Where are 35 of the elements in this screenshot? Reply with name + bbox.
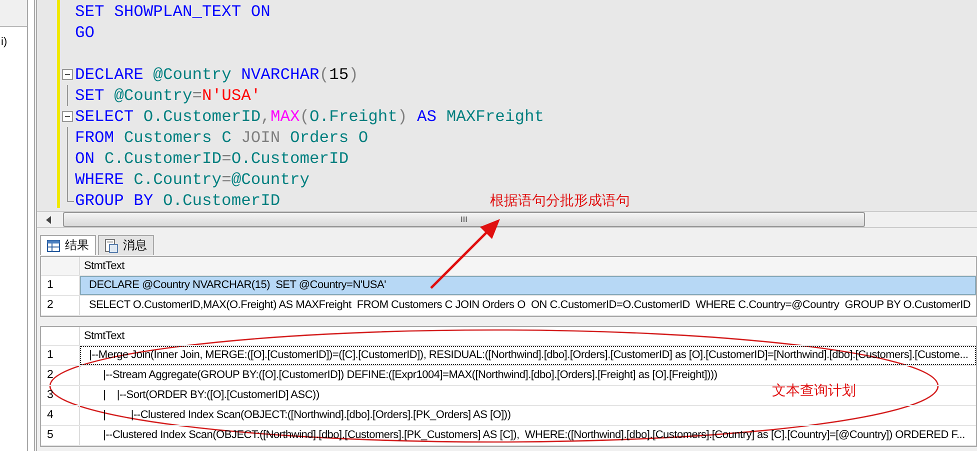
row-number[interactable]: 1 [41,346,80,365]
scroll-left-icon[interactable] [45,216,53,224]
code-line: SET @Country=N'USA' [75,86,261,105]
code-line: SELECT O.CustomerID,MAX(O.Freight) AS MAXFreight [75,107,544,126]
table-cell[interactable]: |--Stream Aggregate(GROUP BY:([O].[CustomerID]) DEFINE:([Expr1004]=MAX([Northwind].[dbo].[Orders].[Freight] as [O].[Freight]))) [80,366,718,385]
code-editor[interactable] [37,0,977,212]
column-header[interactable]: StmtText [80,327,124,345]
code-line: DECLARE @Country NVARCHAR(15) [75,65,358,84]
code-line: ON C.CustomerID=O.CustomerID [75,149,349,168]
results-tab[interactable]: 消息 [98,235,154,255]
code-line: SET SHOWPLAN_TEXT ON [75,2,270,21]
table-cell[interactable]: | |--Sort(ORDER BY:([O].[CustomerID] ASC)) [80,386,320,405]
code-line: FROM Customers C JOIN Orders O [75,128,368,147]
row-number[interactable]: 4 [41,406,80,425]
table-cell[interactable]: | |--Clustered Index Scan(OBJECT:([Northwind].[dbo].[Orders].[PK_Orders] AS [O])) [80,406,512,425]
code-line: WHERE C.Country=@Country [75,170,310,189]
grid-icon [47,240,60,252]
collapse-icon[interactable] [62,111,73,122]
code-line: GROUP BY O.CustomerID [75,191,280,210]
row-number[interactable]: 2 [41,296,80,315]
annotation-text: 根据语句分批形成语句 [490,192,630,210]
tree-item-text: i) [1,36,8,48]
scrollbar-thumb[interactable]: III [63,212,865,227]
document-icon [105,238,118,252]
panel-header [0,0,27,27]
table-cell[interactable]: SELECT O.CustomerID,MAX(O.Freight) AS MAXFreight FROM Customers C JOIN Orders O ON C.CustomerID=O.CustomerID WHERE C.Country=@Country GROUP BY O.CustomerID [80,296,976,315]
row-number[interactable]: 2 [41,366,80,385]
table-cell[interactable]: DECLARE @Country NVARCHAR(15) SET @Country=N'USA' [80,276,976,295]
annotation-text: 文本查询计划 [772,382,856,400]
results-tab[interactable]: 结果 [40,235,96,255]
column-header[interactable]: StmtText [80,257,124,275]
code-line: GO [75,23,95,42]
collapse-icon[interactable] [62,69,73,80]
row-number[interactable]: 5 [41,426,80,445]
row-number[interactable]: 3 [41,386,80,405]
